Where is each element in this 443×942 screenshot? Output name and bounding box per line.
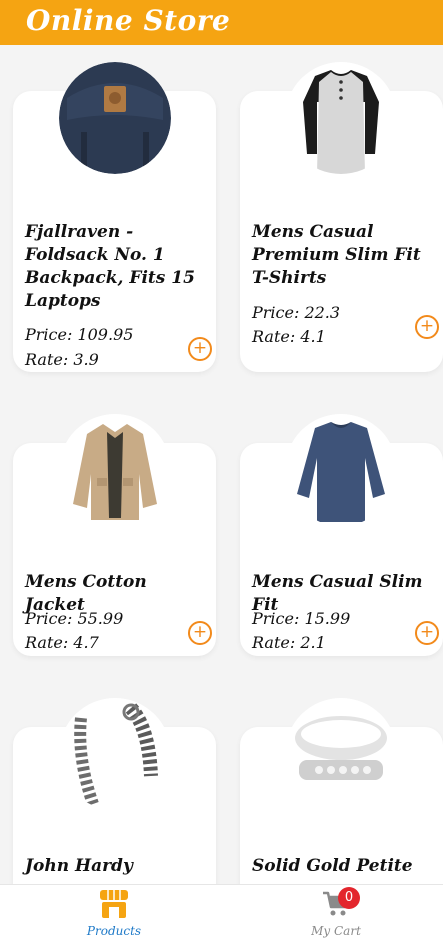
product-title: Mens Casual Premium Slim Fit T-Shirts — [252, 222, 421, 288]
nav-products[interactable]: Products — [60, 885, 168, 942]
jacket-icon — [59, 414, 171, 526]
backpack-icon — [59, 62, 171, 174]
bottom-navigation: Products 0 My Cart — [0, 884, 443, 942]
product-rate: Rate: 4.1 — [252, 327, 326, 346]
add-to-cart-button[interactable]: + — [415, 315, 439, 339]
add-to-cart-button[interactable]: + — [415, 621, 439, 645]
add-to-cart-button[interactable]: + — [188, 621, 212, 645]
product-card[interactable]: Mens Casual Slim Fit Price: 15.99 Rate: … — [240, 414, 443, 656]
product-rate: Rate: 4.7 — [25, 633, 99, 652]
product-grid[interactable]: Fjallraven - Foldsack No. 1 Backpack, Fi… — [0, 45, 443, 884]
nav-cart[interactable]: 0 My Cart — [282, 885, 390, 942]
product-title: Solid Gold Petite — [252, 856, 413, 876]
bracelet-icon — [59, 698, 171, 810]
product-title: John Hardy — [25, 856, 133, 876]
longsleeve-shirt-icon — [285, 414, 397, 526]
product-card[interactable]: Fjallraven - Foldsack No. 1 Backpack, Fi… — [13, 62, 216, 372]
ring-icon — [285, 698, 397, 810]
product-price: Price: 15.99 — [252, 609, 351, 628]
add-to-cart-button[interactable]: + — [188, 337, 212, 361]
product-rate: Rate: 3.9 — [25, 350, 99, 369]
product-card[interactable]: Mens Cotton Jacket Price: 55.99 Rate: 4.… — [13, 414, 216, 656]
page-title: Online Store — [26, 4, 231, 37]
product-rate: Rate: 2.1 — [252, 633, 326, 652]
product-card[interactable]: Solid Gold Petite — [240, 698, 443, 884]
product-price: Price: 109.95 — [25, 325, 134, 344]
product-card[interactable]: Mens Casual Premium Slim Fit T-Shirts Pr… — [240, 62, 443, 372]
nav-products-label: Products — [86, 924, 142, 938]
cart-count-badge: 0 — [338, 887, 360, 909]
store-icon — [100, 890, 128, 918]
tshirt-icon — [285, 62, 397, 174]
product-card[interactable]: John Hardy — [13, 698, 216, 884]
app-bar: Online Store — [0, 0, 443, 45]
product-price: Price: 22.3 — [252, 303, 341, 322]
nav-cart-label: My Cart — [311, 924, 361, 938]
product-price: Price: 55.99 — [25, 609, 124, 628]
product-title: Fjallraven - Foldsack No. 1 Backpack, Fi… — [25, 222, 195, 311]
